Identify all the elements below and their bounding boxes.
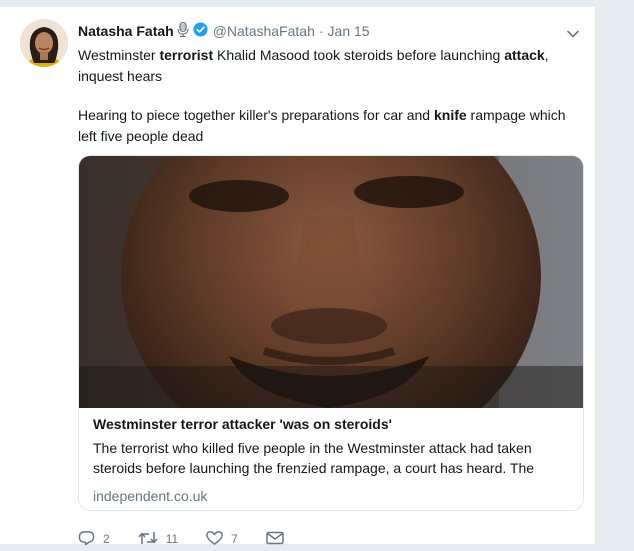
separator-dot: · xyxy=(318,23,324,39)
reply-icon xyxy=(78,530,95,549)
card-description: The terrorist who killed five people in … xyxy=(93,440,535,476)
link-card[interactable]: Westminster terror attacker 'was on ster… xyxy=(78,155,584,511)
like-icon xyxy=(206,530,223,549)
tweet-text-paragraph-1: Westminster terrorist Khalid Masood took… xyxy=(78,47,549,84)
tweet-text-paragraph-2: Hearing to piece together killer's prepa… xyxy=(78,107,566,144)
display-name[interactable]: Natasha Fatah xyxy=(78,23,174,39)
chevron-down-icon[interactable] xyxy=(567,25,579,43)
retweet-button[interactable]: 11 xyxy=(138,530,178,549)
verified-badge-icon xyxy=(193,22,208,40)
tweet-text: Westminster terrorist Khalid Masood took… xyxy=(78,45,578,147)
hashtag-knife: knife xyxy=(433,107,467,123)
direct-message-button[interactable] xyxy=(266,531,284,548)
card-body: Westminster terror attacker 'was on ster… xyxy=(93,414,573,506)
like-button[interactable]: 7 xyxy=(206,530,238,549)
hashtag-attack: attack xyxy=(504,47,545,63)
username[interactable]: @NatashaFatah xyxy=(213,23,315,39)
hashtag-terrorist: terrorist xyxy=(159,47,214,63)
tweet-header: Natasha Fatah @NatashaFatah · Jan 15 xyxy=(78,21,370,41)
tweet-actions: 2 11 7 xyxy=(78,527,312,551)
retweet-icon xyxy=(138,530,158,549)
avatar[interactable] xyxy=(20,19,68,67)
page-background-gutter xyxy=(596,0,634,544)
tweet[interactable]: Natasha Fatah @NatashaFatah · Jan 15 Wes… xyxy=(0,6,596,546)
reply-button[interactable]: 2 xyxy=(78,530,110,549)
message-icon xyxy=(266,531,284,548)
microphone-icon xyxy=(177,21,189,40)
card-domain: independent.co.uk xyxy=(93,488,208,504)
tweet-date[interactable]: Jan 15 xyxy=(328,23,370,39)
card-image[interactable] xyxy=(79,156,583,408)
card-title[interactable]: Westminster terror attacker 'was on ster… xyxy=(93,414,573,434)
